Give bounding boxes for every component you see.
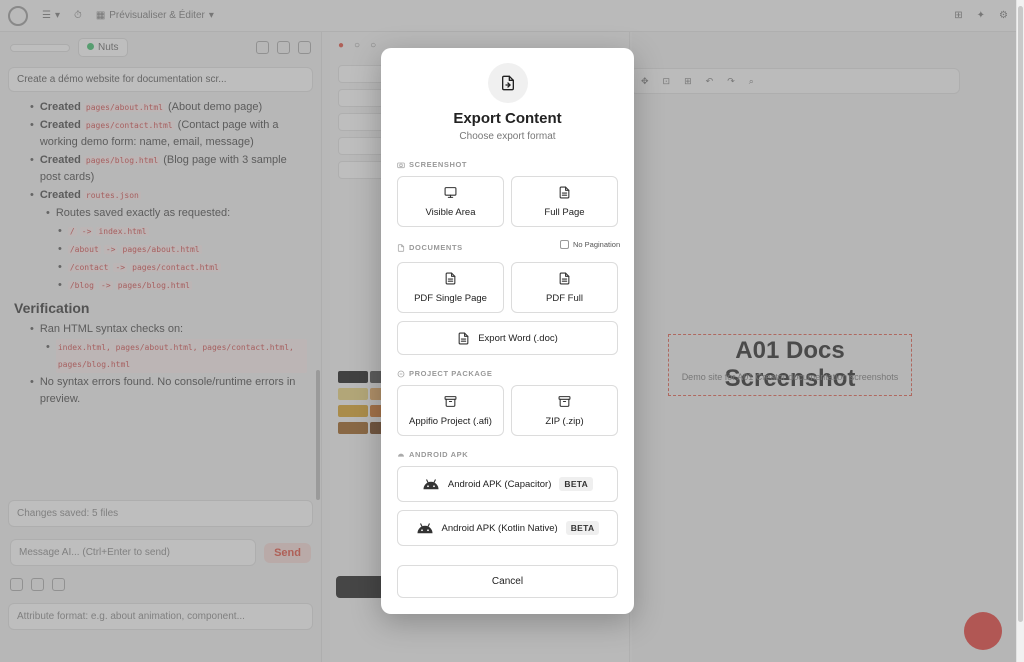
checkbox-box[interactable] [560, 240, 569, 249]
pdf-full-label: PDF Full [546, 292, 583, 304]
export-modal: Export Content Choose export format SCRE… [381, 48, 634, 614]
beta-badge: BETA [559, 477, 594, 491]
zip-label: ZIP (.zip) [545, 415, 584, 427]
full-page-label: Full Page [544, 206, 585, 218]
no-pagination-label: No Pagination [573, 240, 621, 249]
pdf-single-label: PDF Single Page [414, 292, 487, 304]
modal-title: Export Content [453, 110, 562, 127]
document-icon [559, 272, 570, 284]
document-icon [445, 272, 456, 284]
appifio-project-button[interactable]: Appifio Project (.afi) [397, 385, 504, 436]
android-icon [398, 453, 404, 457]
archive-box-icon [558, 395, 571, 407]
appifio-project-label: Appifio Project (.afi) [409, 415, 492, 427]
visible-area-label: Visible Area [425, 206, 476, 218]
monitor-icon [444, 186, 457, 198]
apk-capacitor-label: Android APK (Capacitor) [447, 478, 552, 490]
apk-kotlin-label: Android APK (Kotlin Native) [441, 522, 558, 534]
section-label-text: SCREENSHOT [409, 160, 468, 169]
export-word-button[interactable]: Export Word (.doc) [397, 321, 618, 355]
pdf-single-page-button[interactable]: PDF Single Page [397, 262, 504, 313]
android-icon [423, 479, 439, 490]
pdf-full-button[interactable]: PDF Full [511, 262, 618, 313]
zip-button[interactable]: ZIP (.zip) [511, 385, 618, 436]
export-word-label: Export Word (.doc) [478, 332, 558, 344]
section-label-text: ANDROID APK [409, 450, 469, 459]
cancel-button[interactable]: Cancel [397, 565, 618, 598]
android-icon [417, 523, 433, 534]
visible-area-button[interactable]: Visible Area [397, 176, 504, 227]
beta-badge: BETA [565, 521, 600, 535]
camera-icon [397, 162, 405, 168]
section-label-text: PROJECT PACKAGE [409, 369, 493, 378]
modal-subtitle: Choose export format [459, 131, 556, 142]
section-screenshot: SCREENSHOT [397, 160, 467, 169]
page-scrollbar[interactable] [1016, 0, 1024, 662]
section-documents: DOCUMENTS [397, 243, 463, 252]
section-project-package: PROJECT PACKAGE [397, 369, 492, 378]
archive-box-icon [444, 395, 457, 407]
android-apk-kotlin-button[interactable]: Android APK (Kotlin Native) BETA [397, 510, 618, 546]
document-icon [397, 243, 405, 252]
no-pagination-checkbox[interactable]: No Pagination [560, 240, 620, 249]
export-header-icon [488, 63, 528, 103]
section-label-text: DOCUMENTS [409, 243, 463, 252]
section-android-apk: ANDROID APK [397, 450, 468, 459]
export-file-icon [502, 75, 514, 91]
package-icon [397, 370, 405, 377]
full-page-button[interactable]: Full Page [511, 176, 618, 227]
document-icon [559, 186, 570, 198]
page-scrollbar-thumb[interactable] [1018, 6, 1023, 622]
document-icon [458, 332, 469, 344]
android-apk-capacitor-button[interactable]: Android APK (Capacitor) BETA [397, 466, 618, 502]
